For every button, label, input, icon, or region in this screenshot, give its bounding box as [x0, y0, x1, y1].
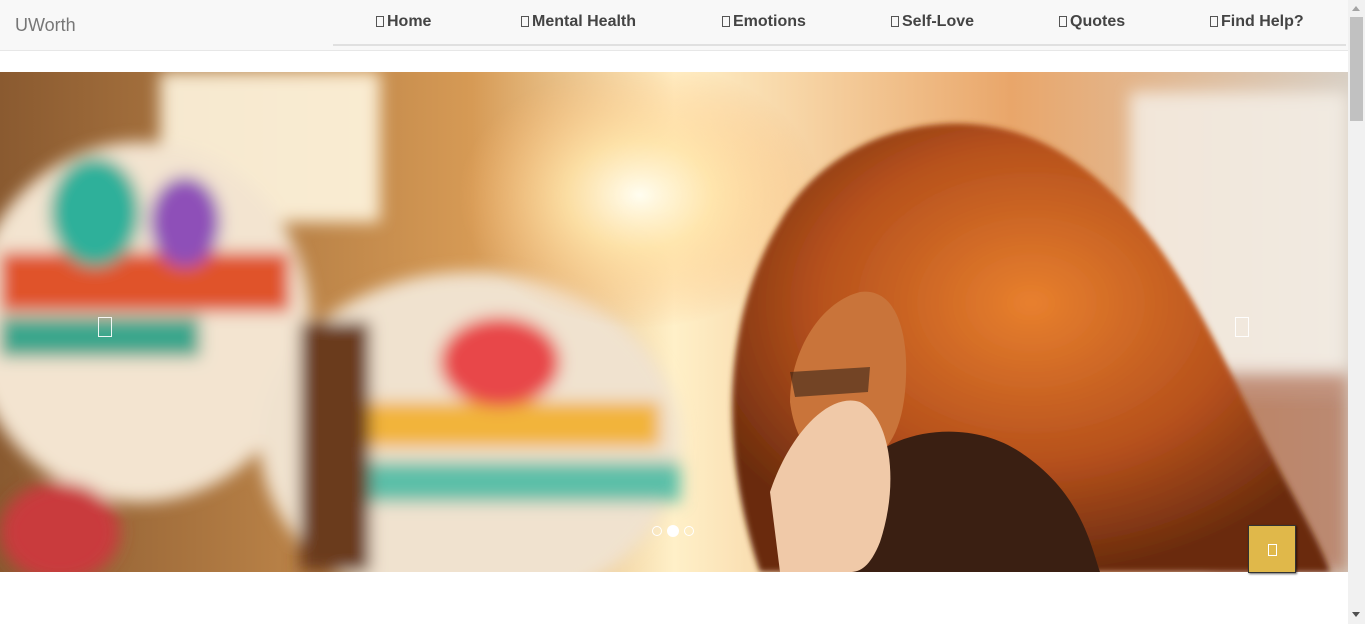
scroll-up-arrow-icon[interactable] [1352, 6, 1360, 11]
hero-carousel [0, 72, 1348, 572]
nav-item-self-love[interactable]: Self-Love [891, 13, 974, 31]
nav-item-label: Self-Love [902, 13, 975, 30]
nav-item-quotes[interactable]: Quotes [1059, 13, 1125, 31]
home-icon [376, 16, 384, 27]
carousel-next-button[interactable] [1235, 317, 1249, 337]
carousel-indicators [652, 524, 712, 538]
brand-logo[interactable]: UWorth [15, 15, 76, 36]
scroll-down-arrow-icon[interactable] [1352, 612, 1360, 617]
chevron-up-icon [1268, 544, 1277, 556]
nav-item-label: Home [387, 13, 432, 30]
carousel-slide-image [0, 72, 1348, 572]
nav-item-label: Mental Health [532, 13, 637, 30]
carousel-prev-button[interactable] [98, 317, 112, 337]
page-scrollbar[interactable] [1348, 0, 1365, 624]
chevron-left-icon [98, 317, 112, 337]
nav-item-home[interactable]: Home [376, 13, 431, 31]
carousel-indicator[interactable] [652, 526, 662, 536]
help-icon [1210, 16, 1218, 27]
heart-icon [891, 16, 899, 27]
emotions-icon [722, 16, 730, 27]
nav-item-label: Emotions [733, 13, 806, 30]
quote-icon [1059, 16, 1067, 27]
nav-item-find-help[interactable]: Find Help? [1210, 13, 1304, 31]
carousel-indicator-active[interactable] [667, 525, 679, 537]
scrollbar-thumb[interactable] [1350, 17, 1363, 121]
carousel-indicator[interactable] [684, 526, 694, 536]
nav-item-mental-health[interactable]: Mental Health [521, 13, 636, 31]
nav-item-label: Quotes [1070, 13, 1126, 30]
nav-item-label: Find Help? [1221, 13, 1304, 30]
nav-menu: Home Mental Health Emotions Self-Love Qu… [333, 0, 1346, 46]
chevron-right-icon [1235, 317, 1249, 337]
back-to-top-button[interactable] [1248, 525, 1296, 573]
brain-icon [521, 16, 529, 27]
navbar: UWorth Home Mental Health Emotions Self-… [0, 0, 1348, 51]
nav-item-emotions[interactable]: Emotions [722, 13, 806, 31]
